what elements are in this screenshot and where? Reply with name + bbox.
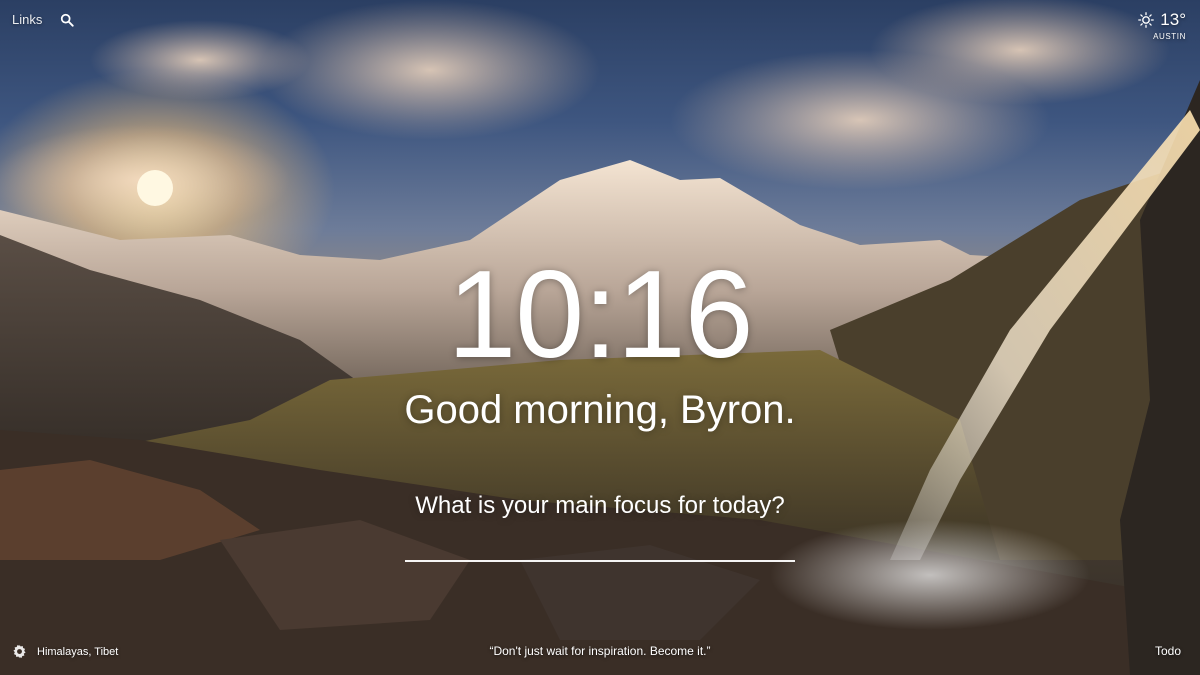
search-icon[interactable]	[60, 13, 75, 27]
clock-time[interactable]: 10:16	[0, 240, 1200, 390]
top-left-bar: Links	[12, 12, 75, 27]
weather-row: 13°	[1138, 10, 1186, 30]
new-tab-page: Links 13° AUSTIN 10:16 Good morning, Byr…	[0, 0, 1200, 675]
weather-temperature: 13°	[1160, 10, 1186, 29]
daily-quote[interactable]: “Don't just wait for inspiration. Become…	[0, 644, 1200, 658]
greeting-text[interactable]: Good morning, Byron.	[0, 386, 1200, 434]
focus-input[interactable]	[405, 530, 795, 562]
weather-widget[interactable]: 13° AUSTIN	[1138, 10, 1186, 41]
focus-question: What is your main focus for today?	[415, 492, 785, 519]
weather-location: AUSTIN	[1153, 32, 1186, 41]
todo-button[interactable]: Todo	[1155, 644, 1181, 658]
sun-icon	[1138, 12, 1155, 28]
links-button[interactable]: Links	[12, 12, 42, 27]
